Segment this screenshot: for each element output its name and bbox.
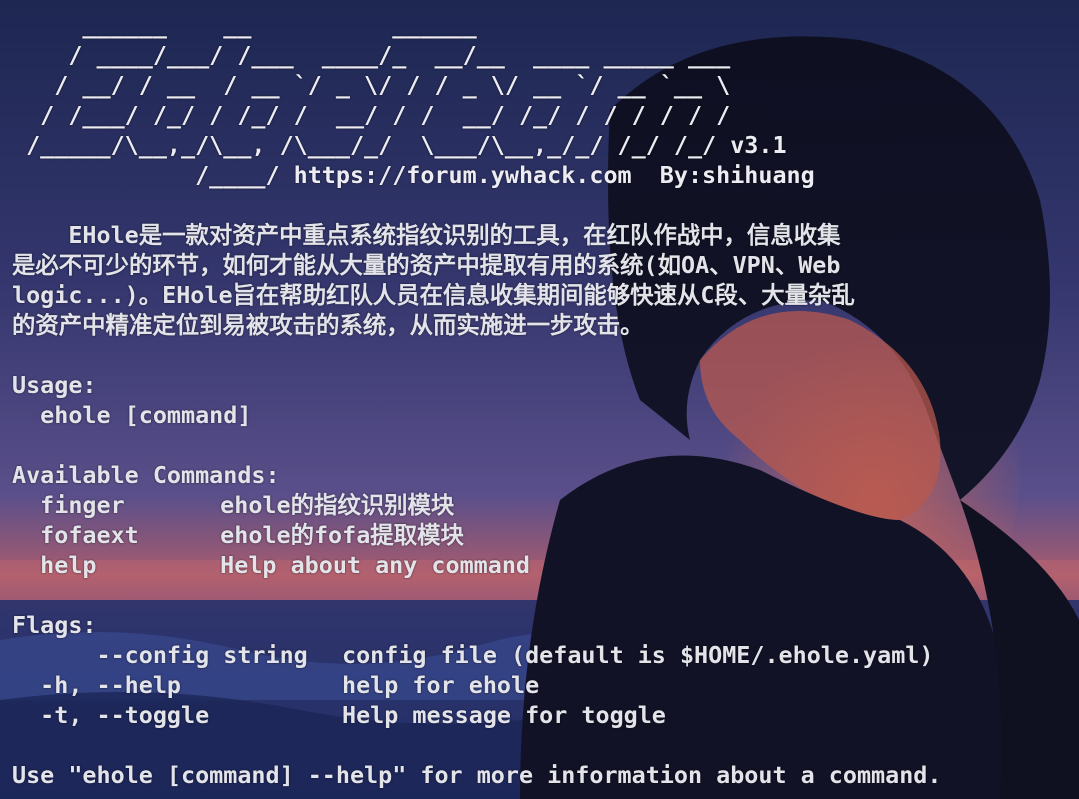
description-line: logic...)。EHole旨在帮助红队人员在信息收集期间能够快速从C段、大量…: [12, 281, 855, 309]
flag-name: -h, --help: [12, 671, 181, 699]
banner-line: / ____/___/ /___ ____/_ __/__ ____ _____…: [12, 41, 731, 69]
banner-line: /____/ https://forum.ywhack.com By:shihu…: [12, 161, 815, 189]
banner-line: / __/ / __ / __ `/ _ \/ / / _ \/ __ `/ _…: [12, 71, 731, 99]
command-name: fofaext: [40, 521, 139, 549]
ascii-banner: ______ __ ______ / ____/___/ /___ ____/_…: [12, 10, 1079, 190]
flag-desc: Help message for toggle: [342, 701, 666, 729]
flag-desc: help for ehole: [342, 671, 540, 699]
command-name: finger: [40, 491, 125, 519]
usage-heading: Usage:: [12, 371, 97, 399]
command-desc: ehole的指纹识别模块: [220, 491, 455, 519]
flag-row: -h, --help help for ehole: [12, 670, 1079, 700]
commands-heading: Available Commands:: [12, 461, 280, 489]
command-row: finger ehole的指纹识别模块: [12, 490, 1079, 520]
flag-name: -t, --toggle: [12, 701, 210, 729]
command-row: help Help about any command: [12, 550, 1079, 580]
terminal-output: ______ __ ______ / ____/___/ /___ ____/_…: [0, 0, 1079, 799]
flags-heading: Flags:: [12, 611, 97, 639]
command-desc: Help about any command: [220, 551, 530, 579]
banner-line: / /___/ /_/ / /_/ / __/ / / __/ /_/ / / …: [12, 101, 731, 129]
banner-line: ______ __ ______: [12, 11, 477, 39]
description-line: 是必不可少的环节，如何才能从大量的资产中提取有用的系统(如OA、VPN、Web: [12, 251, 841, 279]
command-row: fofaext ehole的fofa提取模块: [12, 520, 1079, 550]
command-name: help: [40, 551, 97, 579]
flag-row: -t, --toggle Help message for toggle: [12, 700, 1079, 730]
footer-hint: Use "ehole [command] --help" for more in…: [12, 761, 942, 789]
flag-desc: config file (default is $HOME/.ehole.yam…: [342, 641, 934, 669]
flag-name: --config string: [12, 641, 308, 669]
command-desc: ehole的fofa提取模块: [220, 521, 464, 549]
flag-row: --config string config file (default is $…: [12, 640, 1079, 670]
usage-command: ehole [command]: [12, 401, 252, 429]
description-line: EHole是一款对资产中重点系统指纹识别的工具，在红队作战中，信息收集: [12, 221, 841, 249]
description-line: 的资产中精准定位到易被攻击的系统，从而实施进一步攻击。: [12, 311, 644, 339]
banner-line: /_____/\__,_/\__, /\___/_/ \___/\__,_/_/…: [12, 131, 787, 159]
